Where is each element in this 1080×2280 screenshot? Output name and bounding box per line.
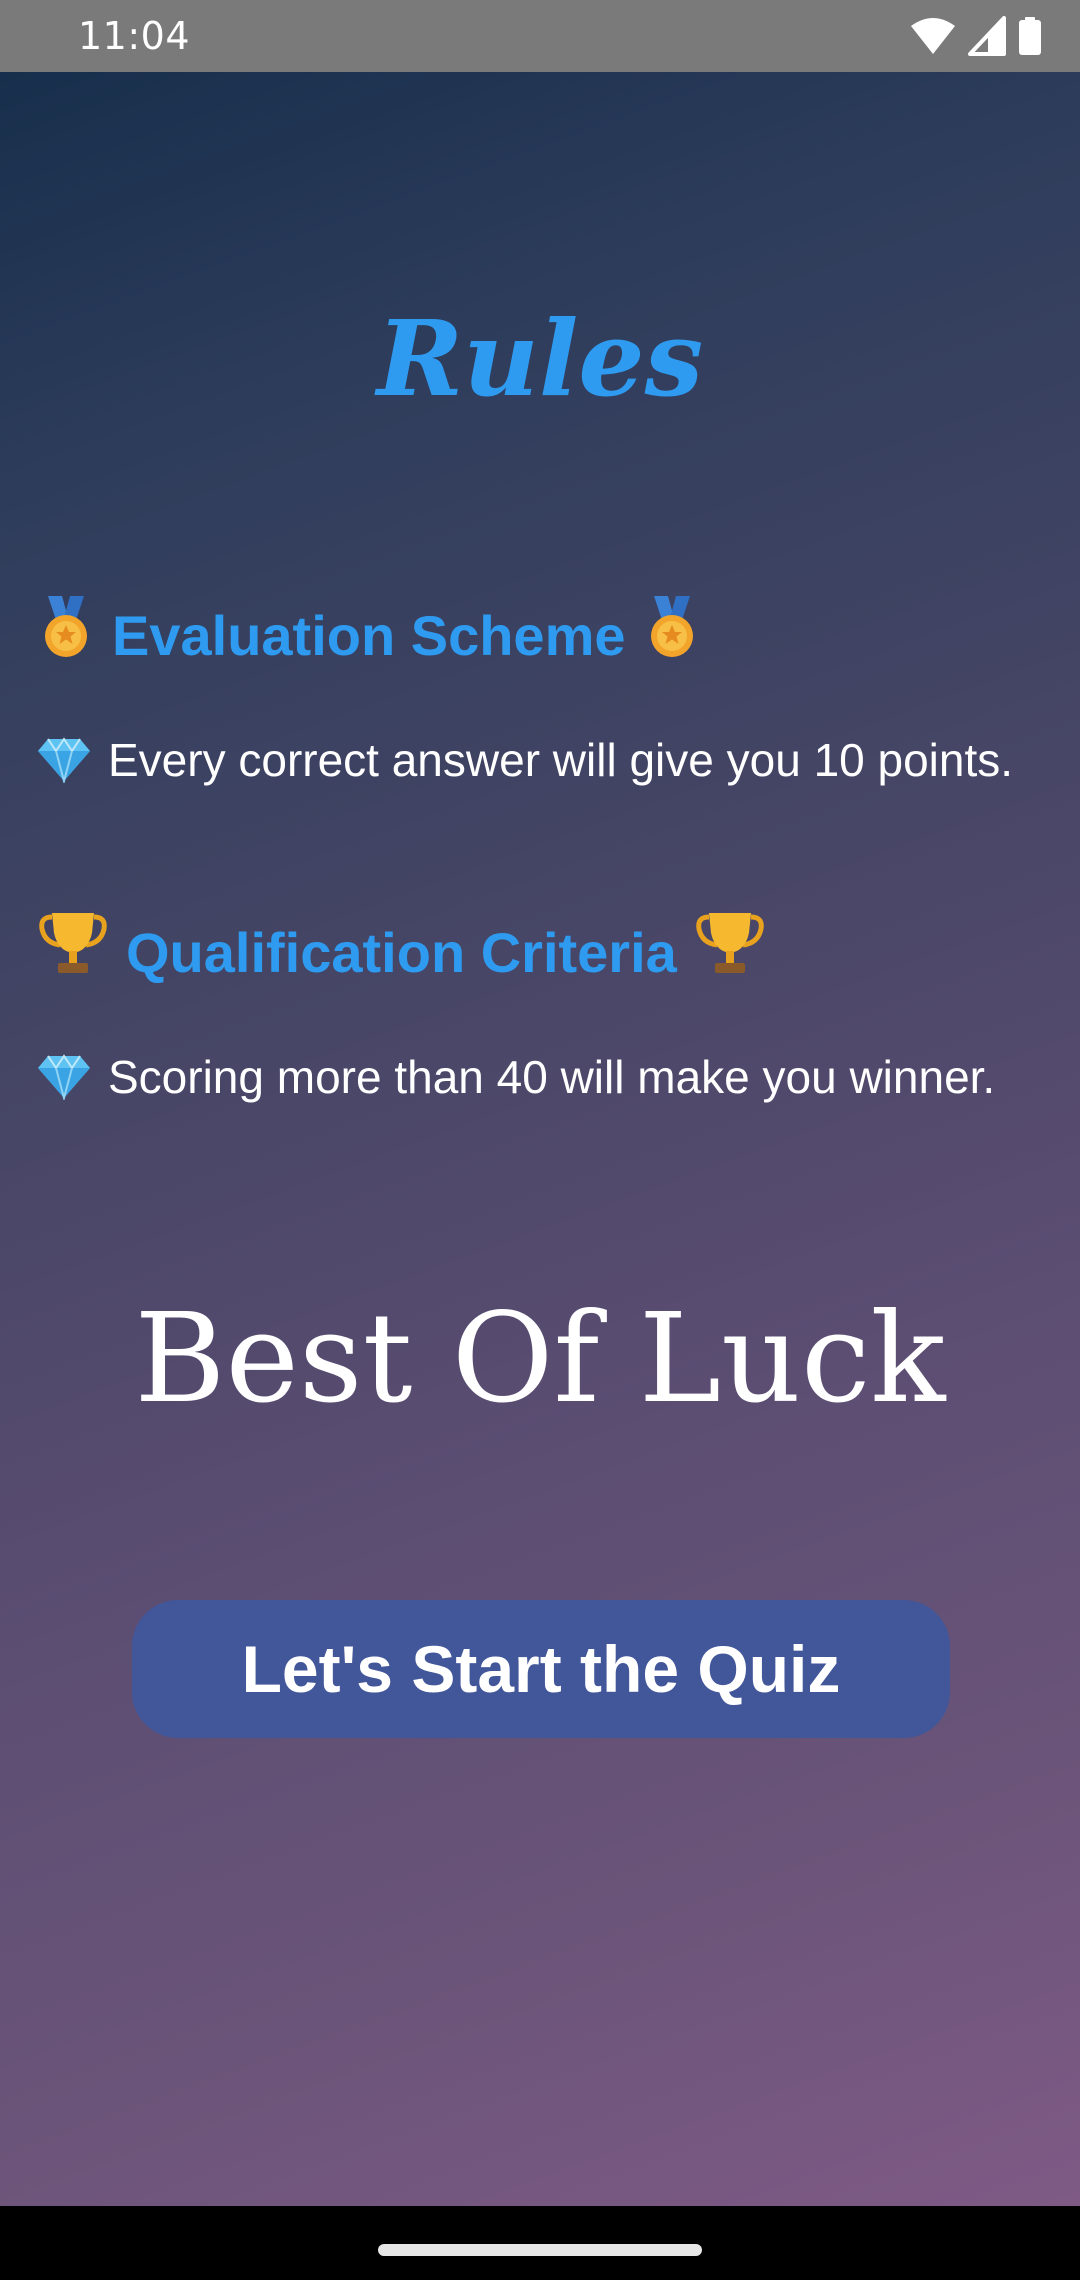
evaluation-rule: Every correct answer will give you 10 po… [36,730,1013,790]
home-indicator[interactable] [378,2244,702,2256]
gem-icon [36,1054,92,1102]
best-of-luck-text: Best Of Luck [134,1287,946,1431]
qualification-heading: Qualification Criteria [38,911,765,995]
qualification-rule-text: Scoring more than 40 will make you winne… [108,1051,996,1103]
trophy-icon [38,911,108,995]
medal-icon [38,594,94,678]
page-title: Rules [376,297,704,420]
status-icons [910,14,1042,58]
trophy-icon [695,911,765,995]
evaluation-heading-text: Evaluation Scheme [112,604,626,667]
qualification-rule: Scoring more than 40 will make you winne… [36,1047,995,1107]
status-bar: 11:04 [0,0,1080,72]
gem-icon [36,737,92,785]
wifi-icon [911,18,955,54]
status-time: 11:04 [78,14,191,58]
navigation-bar [0,2206,1080,2280]
medal-icon [644,594,700,678]
qualification-heading-text: Qualification Criteria [126,921,677,984]
rules-screen: Rules Evaluation Scheme Every correct an… [0,72,1080,2206]
evaluation-heading: Evaluation Scheme [38,594,700,678]
battery-icon [1019,17,1041,55]
evaluation-rule-text: Every correct answer will give you 10 po… [108,734,1014,786]
signal-icon [968,16,1006,56]
start-quiz-button[interactable]: Let's Start the Quiz [132,1600,950,1738]
